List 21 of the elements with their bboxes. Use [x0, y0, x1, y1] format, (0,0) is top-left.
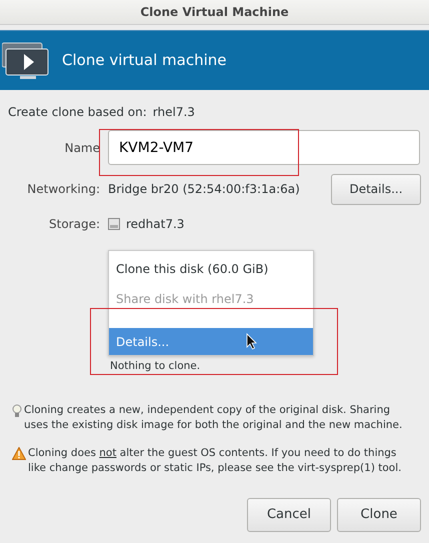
- warning-icon: [12, 447, 26, 460]
- window-title: Clone Virtual Machine: [140, 4, 289, 21]
- header-title: Clone virtual machine: [62, 50, 227, 72]
- source-label: Create clone based on:: [8, 104, 147, 121]
- details-button[interactable]: Details...: [331, 174, 421, 204]
- info-text: Cloning creates a new, independent copy of the original disk. Sharing uses the existing disk image for both the original and the new machine.: [24, 403, 404, 433]
- networking-value: Bridge br20 (52:54:00:f3:1a:6a): [108, 181, 300, 198]
- name-label: Name: [64, 140, 100, 156]
- cursor-icon: [246, 333, 257, 350]
- name-field[interactable]: KVM2-VM7: [108, 130, 420, 165]
- storage-label: Storage:: [48, 216, 100, 233]
- networking-label: Networking:: [26, 181, 100, 198]
- lightbulb-icon: [12, 404, 22, 418]
- warning-text: Cloning does not alter the guest OS contents. If you need to do things like change passwords or static IPs, please see the virt-sysprep(1) tool.: [28, 446, 402, 476]
- dialog-button[interactable]: Cancel: [247, 498, 331, 532]
- disk-name: redhat7.3: [126, 216, 184, 233]
- status-text: Nothing to clone.: [110, 360, 200, 372]
- source-value: rhel7.3: [152, 104, 195, 121]
- dialog-button[interactable]: Clone: [337, 498, 421, 532]
- menu-item[interactable]: Clone this disk (60.0 GiB): [109, 254, 313, 284]
- monitor-icon: [2, 40, 50, 80]
